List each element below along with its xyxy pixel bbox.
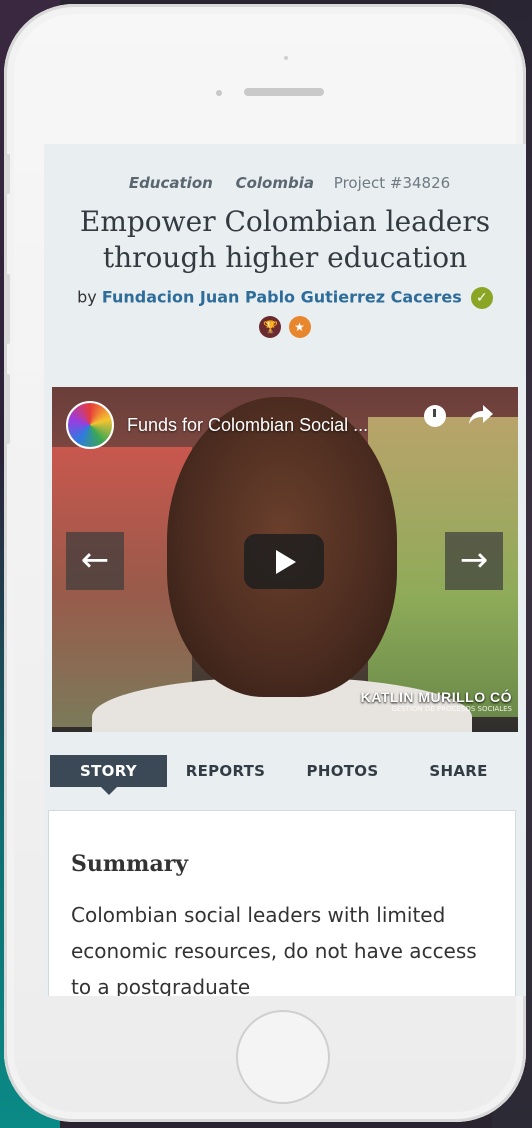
tab-reports[interactable]: REPORTS [167,755,284,787]
summary-card: Summary Colombian social leaders with li… [48,810,516,996]
summary-heading: Summary [71,851,189,877]
organization-link[interactable]: Fundacion Juan Pablo Gutierrez Caceres [102,288,462,307]
phone-frame: Education Colombia Project #34826 Empowe… [4,4,526,1122]
summary-text: Colombian social leaders with limited ec… [71,903,477,996]
project-tabs: STORY REPORTS PHOTOS SHARE [50,755,516,795]
earpiece-speaker [244,88,324,96]
front-camera [216,90,222,96]
country-link[interactable]: Colombia [236,174,314,192]
tab-photos[interactable]: PHOTOS [284,755,401,787]
video-player[interactable]: Funds for Colombian Social ... ← → KATLI… [52,387,518,732]
by-label: by [77,287,97,307]
channel-logo-icon[interactable] [66,401,114,449]
phone-screen: Education Colombia Project #34826 Empowe… [44,144,526,996]
next-arrow-icon[interactable]: → [445,532,503,590]
byline: by Fundacion Juan Pablo Gutierrez Cacere… [44,287,526,309]
caption-name: KATLIN MURILLO CÓ [360,689,512,705]
check-icon: ✓ [470,287,493,309]
caption-role: GESTION DE PROCESOS SOCIALES [391,705,512,713]
trophy-icon: 🏆 [259,316,282,338]
video-title[interactable]: Funds for Colombian Social ... [127,415,368,436]
tab-story[interactable]: STORY [50,755,167,795]
watch-later-icon[interactable] [424,405,446,427]
project-title: Empower Colombian leaders through higher… [79,205,491,274]
project-meta: Education Colombia Project #34826 [44,174,526,192]
project-id: Project #34826 [333,174,451,192]
video-caption: KATLIN MURILLO CÓ GESTION DE PROCESOS SO… [361,689,512,713]
prev-arrow-icon[interactable]: ← [66,532,124,590]
volume-up-button [4,274,10,344]
tab-share[interactable]: SHARE [401,755,516,787]
category-link[interactable]: Education [129,174,213,192]
star-icon: ★ [288,316,311,338]
badges: 🏆 ★ [44,316,526,338]
volume-down-button [4,374,10,444]
sensor [284,56,288,60]
play-icon[interactable] [244,534,324,589]
mute-switch [4,154,10,194]
home-button[interactable] [236,1010,330,1104]
share-icon[interactable] [468,403,494,427]
